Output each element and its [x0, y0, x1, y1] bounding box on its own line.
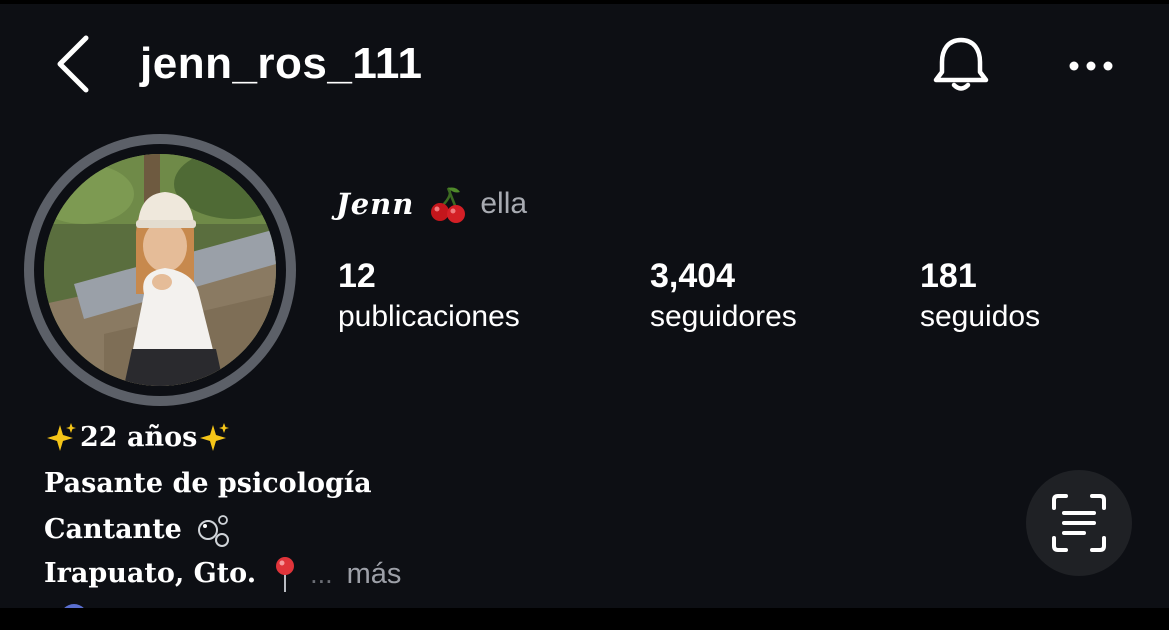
stat-followers[interactable]: 3,404 seguidores: [650, 256, 797, 336]
cherry-icon: [428, 184, 468, 224]
notifications-button[interactable]: [928, 32, 994, 98]
bio-ellipsis: ...: [310, 559, 333, 589]
profile-username: jenn_ros_111: [140, 39, 423, 88]
sparkles-icon: [44, 421, 78, 455]
live-text-scan-button[interactable]: [1026, 470, 1132, 576]
bell-icon: [933, 37, 989, 91]
stat-followers-count: 3,404: [650, 257, 736, 295]
back-button[interactable]: [48, 32, 98, 96]
bio-location-text: Irapuato, Gto.: [44, 558, 257, 589]
bio-line-occupation: Pasante de psicología: [44, 466, 372, 502]
stat-following[interactable]: 181 seguidos: [920, 256, 1040, 336]
text-scan-icon: [1052, 494, 1106, 552]
stat-following-count: 181: [920, 257, 977, 295]
bio-more-link[interactable]: más: [347, 556, 402, 592]
sparkles-icon: [197, 421, 231, 455]
stat-posts-label: publicaciones: [338, 300, 520, 333]
pushpin-icon: [270, 554, 300, 594]
bio-occupation-text: Pasante de psicología: [44, 468, 372, 499]
stat-following-label: seguidos: [920, 300, 1041, 333]
stat-posts-count: 12: [338, 257, 376, 295]
profile-avatar[interactable]: [24, 134, 296, 406]
bio-singer-text: Cantante: [44, 514, 182, 545]
bio-line-singer: Cantante: [44, 510, 234, 550]
pronouns: ella: [480, 187, 528, 220]
bio-line-age: 22 años: [44, 420, 231, 456]
stat-posts[interactable]: 12 publicaciones: [338, 256, 520, 336]
profile-screen: jenn_ros_111 Jenn ella 12 publicaciones …: [0, 4, 1169, 608]
avatar-image: [44, 154, 276, 386]
avatar-photo: [44, 154, 276, 386]
bio-age-text: 22 años: [80, 422, 198, 453]
more-options-button[interactable]: [1066, 46, 1116, 86]
bubbles-icon: [194, 510, 234, 550]
bio-line-location: Irapuato, Gto. ... más: [44, 554, 401, 594]
stat-followers-label: seguidores: [650, 300, 797, 333]
chevron-left-icon: [57, 35, 89, 93]
profile-name-row: Jenn ella: [336, 182, 527, 226]
bottom-strip: [0, 608, 1169, 630]
more-horizontal-icon: [1069, 61, 1113, 71]
display-name: Jenn: [336, 187, 415, 221]
